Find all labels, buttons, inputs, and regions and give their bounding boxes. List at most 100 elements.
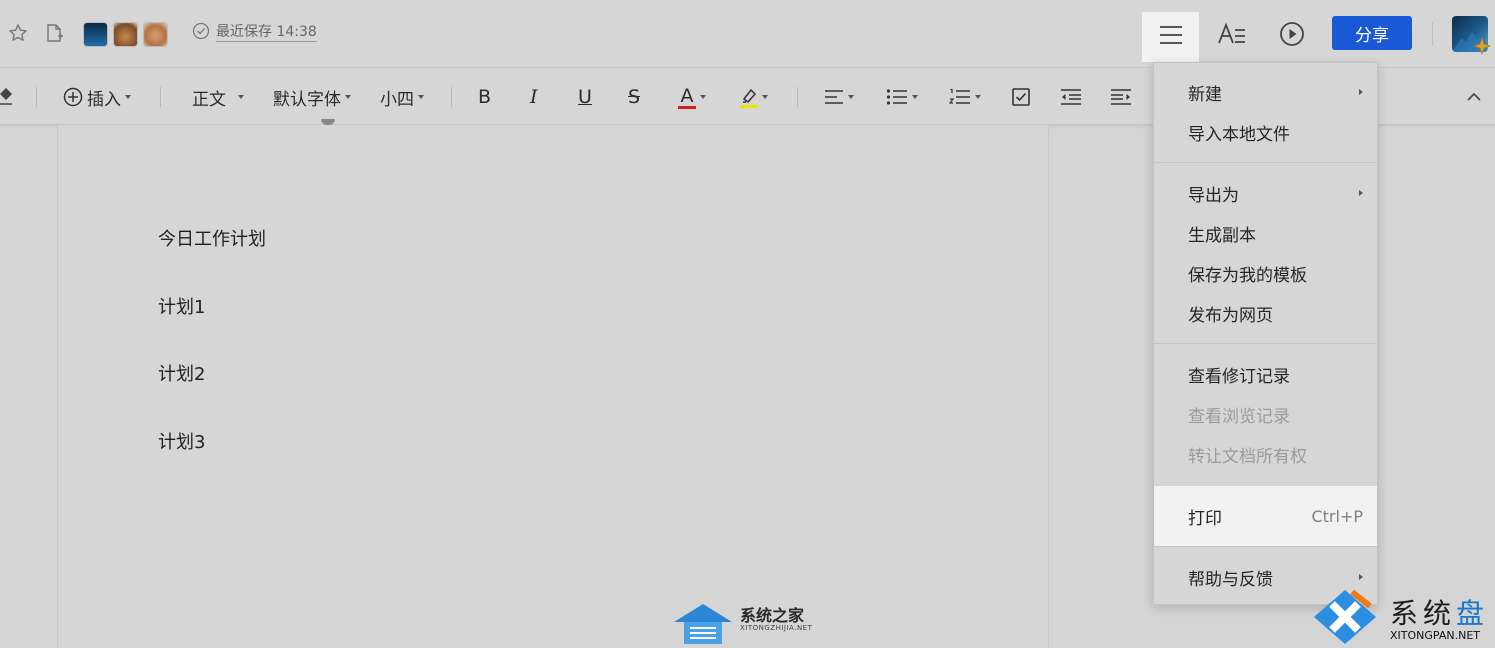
cursor-fragment (321, 119, 335, 125)
strikethrough-icon: S (628, 86, 641, 108)
insert-menu[interactable]: 插入 (63, 82, 131, 112)
font-family-select[interactable]: 默认字体 (273, 82, 351, 112)
divider (451, 87, 452, 107)
font-color-button[interactable]: A (678, 82, 706, 112)
paragraph-style-label: 正文 (192, 89, 226, 110)
font-color-icon: A (678, 86, 696, 109)
play-icon[interactable] (1278, 20, 1306, 48)
divider (797, 87, 798, 107)
menu-button[interactable] (1142, 12, 1199, 62)
collaborator-avatar[interactable] (143, 22, 168, 47)
document-line[interactable]: 计划3 (158, 428, 205, 454)
outdent-button[interactable] (1060, 82, 1082, 112)
document-line[interactable]: 今日工作计划 (158, 225, 266, 251)
menu-separator (1154, 162, 1377, 163)
highlight-button[interactable] (740, 82, 768, 112)
chevron-right-icon (1359, 190, 1363, 196)
menu-item-view-history: 查看浏览记录 (1154, 394, 1377, 434)
menu-item-label: 查看浏览记录 (1188, 406, 1290, 427)
bullet-list-select[interactable] (886, 82, 918, 112)
indent-icon (1110, 88, 1132, 106)
menu-item-label: 导出为 (1188, 185, 1239, 206)
save-status-text[interactable]: 最近保存 14:38 (216, 24, 317, 42)
menu-item-import[interactable]: 导入本地文件 (1154, 112, 1377, 152)
watermark-subtitle: XITONGPAN.NET (1390, 629, 1480, 642)
watermark-xitongpan: 系统盘 XITONGPAN.NET (1312, 586, 1495, 648)
x-logo-icon (1312, 588, 1378, 648)
menu-item-export[interactable]: 导出为 (1154, 173, 1377, 213)
insert-label: 插入 (87, 89, 121, 110)
align-left-icon (824, 89, 844, 105)
divider (160, 87, 161, 107)
chevron-down-icon (125, 95, 131, 99)
menu-item-label: 新建 (1188, 84, 1222, 105)
menu-item-label: 生成副本 (1188, 225, 1256, 246)
eraser-icon[interactable] (0, 87, 14, 107)
save-status: 最近保存 14:38 (192, 22, 317, 44)
collaborator-avatar[interactable] (83, 22, 108, 47)
watermark-title: 系统之家 (740, 606, 805, 625)
underline-button[interactable]: U (578, 82, 592, 112)
font-format-icon[interactable] (1216, 20, 1248, 48)
chevron-down-icon (700, 95, 706, 99)
menu-item-label: 查看修订记录 (1188, 366, 1290, 387)
collaborator-avatar[interactable] (113, 22, 138, 47)
top-bar: 最近保存 14:38 分享 (0, 0, 1495, 68)
house-logo-icon (672, 600, 734, 648)
italic-button[interactable]: I (530, 82, 538, 112)
menu-item-revision-history[interactable]: 查看修订记录 (1154, 354, 1377, 394)
chevron-down-icon (912, 95, 918, 99)
bold-button[interactable]: B (478, 82, 491, 112)
add-document-icon[interactable] (42, 21, 66, 45)
checkbox-icon (1011, 87, 1031, 107)
menu-icon (1158, 24, 1184, 50)
divider (36, 87, 37, 107)
menu-item-print[interactable]: 打印 Ctrl+P (1154, 486, 1377, 546)
indent-button[interactable] (1110, 82, 1132, 112)
italic-icon: I (530, 86, 538, 108)
underline-icon: U (578, 86, 592, 108)
numbered-list-select[interactable] (949, 82, 981, 112)
document-page[interactable]: 今日工作计划 计划1 计划2 计划3 (57, 119, 1049, 648)
chevron-down-icon (345, 95, 351, 99)
task-list-button[interactable] (1011, 82, 1031, 112)
collapse-toolbar-icon[interactable] (1463, 87, 1485, 107)
strikethrough-button[interactable]: S (628, 82, 640, 112)
chevron-right-icon (1359, 574, 1363, 580)
menu-item-label: 发布为网页 (1188, 305, 1273, 326)
highlighter-icon (740, 87, 758, 108)
font-size-label: 小四 (380, 89, 414, 110)
star-icon[interactable] (6, 21, 30, 45)
menu-item-publish-web[interactable]: 发布为网页 (1154, 293, 1377, 333)
menu-item-shortcut: Ctrl+P (1311, 506, 1363, 526)
font-size-select[interactable]: 小四 (380, 82, 424, 112)
menu-separator (1154, 343, 1377, 344)
chevron-down-icon (418, 95, 424, 99)
chevron-down-icon (975, 95, 981, 99)
chevron-down-icon (762, 95, 768, 99)
menu-item-transfer-ownership: 转让文档所有权 (1154, 434, 1377, 474)
bullet-list-icon (886, 88, 908, 106)
document-line[interactable]: 计划1 (158, 293, 205, 319)
menu-item-label: 保存为我的模板 (1188, 265, 1307, 286)
chevron-right-icon (1359, 89, 1363, 95)
menu-item-save-template[interactable]: 保存为我的模板 (1154, 253, 1377, 293)
divider (1432, 22, 1433, 46)
font-family-label: 默认字体 (273, 89, 341, 110)
menu-item-label: 打印 (1188, 508, 1222, 529)
main-menu-dropdown: 新建 导入本地文件 导出为 生成副本 保存为我的模板 发布为网页 查看修订记录 … (1153, 62, 1378, 605)
menu-item-label: 帮助与反馈 (1188, 569, 1273, 590)
menu-item-label: 转让文档所有权 (1188, 446, 1307, 467)
watermark-xitongzhijia: 系统之家 XITONGZHIJIA.NET (672, 598, 822, 648)
watermark-subtitle: XITONGZHIJIA.NET (740, 624, 813, 632)
menu-item-duplicate[interactable]: 生成副本 (1154, 213, 1377, 253)
numbered-list-icon (949, 88, 971, 106)
bold-icon: B (478, 86, 492, 108)
paragraph-style-select[interactable]: 正文 (192, 82, 244, 112)
plus-circle-icon (63, 87, 83, 107)
document-line[interactable]: 计划2 (158, 360, 205, 386)
menu-item-new[interactable]: 新建 (1154, 72, 1377, 112)
align-select[interactable] (824, 82, 854, 112)
share-button[interactable]: 分享 (1332, 16, 1412, 50)
watermark-title: 系统盘 (1390, 597, 1490, 630)
